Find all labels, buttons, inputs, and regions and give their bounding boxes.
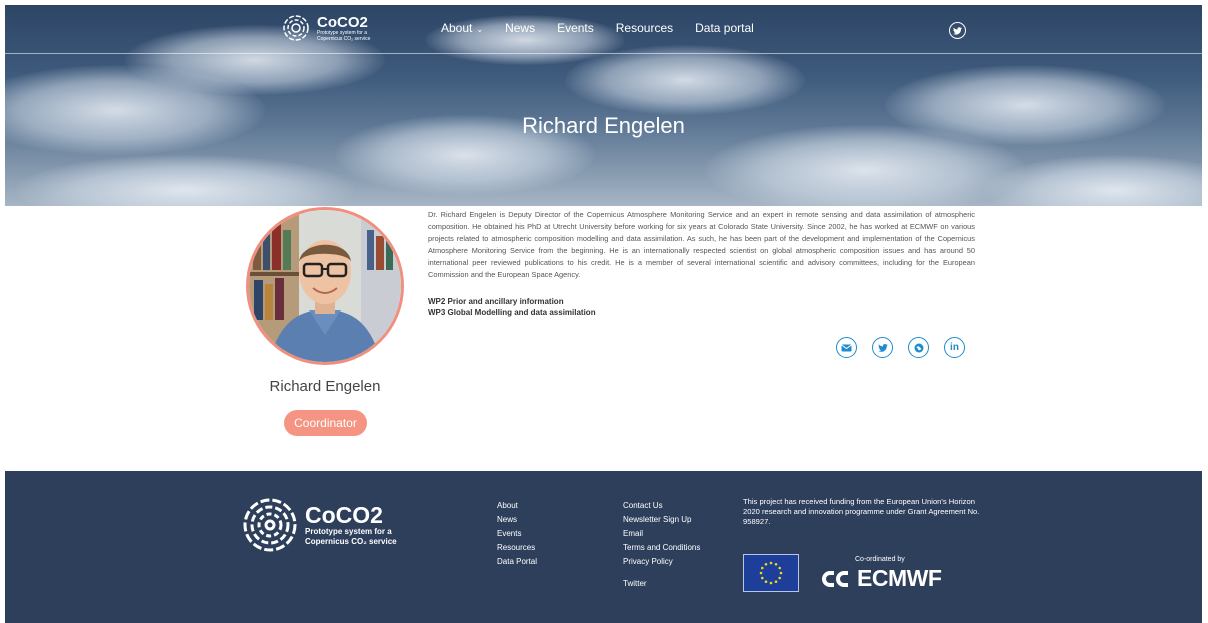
linkedin-icon[interactable]: in <box>944 337 965 358</box>
work-package-item: WP3 Global Modelling and data assimilati… <box>428 308 596 317</box>
footer-link-news[interactable]: News <box>497 513 537 527</box>
website-icon[interactable] <box>908 337 929 358</box>
coco2-logo-icon <box>243 498 297 552</box>
footer-logo-subtitle-2: Copernicus CO₂ service <box>305 537 397 546</box>
site-footer: CoCO2 Prototype system for a Copernicus … <box>5 471 1202 623</box>
footer-nav-links: About News Events Resources Data Portal <box>497 499 537 569</box>
work-packages: WP2 Prior and ancillary information WP3 … <box>428 296 596 318</box>
nav-news[interactable]: News <box>505 21 535 37</box>
profile-name: Richard Engelen <box>269 378 381 395</box>
footer-link-resources[interactable]: Resources <box>497 541 537 555</box>
page-margin-left <box>0 0 5 623</box>
twitter-icon[interactable] <box>872 337 893 358</box>
page-margin-right <box>1202 0 1208 623</box>
profile-social-links: in <box>836 337 965 358</box>
footer-logo-title: CoCO2 <box>305 502 383 528</box>
footer-link-privacy[interactable]: Privacy Policy <box>623 555 700 569</box>
top-navbar: CoCO2 Prototype system for a Copernicus … <box>5 5 1202 54</box>
nav-about[interactable]: About ⌄ <box>441 21 483 37</box>
nav-events[interactable]: Events <box>557 21 594 37</box>
page-title: Richard Engelen <box>522 113 685 138</box>
footer-link-data-portal[interactable]: Data Portal <box>497 555 537 569</box>
footer-logo-subtitle-1: Prototype system for a <box>305 527 392 536</box>
footer-link-twitter[interactable]: Twitter <box>623 577 700 591</box>
funding-notice: This project has received funding from t… <box>743 497 980 526</box>
footer-link-newsletter[interactable]: Newsletter Sign Up <box>623 513 700 527</box>
coordinated-by-label: Co-ordinated by <box>855 556 905 563</box>
nav-about-label: About <box>441 21 473 35</box>
profile-photo <box>246 207 404 365</box>
logo-title: CoCO2 <box>317 13 368 31</box>
nav-data-portal[interactable]: Data portal <box>695 21 754 37</box>
ecmwf-wordmark: ECMWF <box>857 565 942 591</box>
logo-subtitle: Prototype system for a Copernicus CO₂ se… <box>317 29 371 42</box>
footer-link-terms[interactable]: Terms and Conditions <box>623 541 700 555</box>
main-nav: About ⌄ News Events Resources Data portal <box>441 21 776 37</box>
twitter-icon[interactable] <box>949 22 966 39</box>
work-package-item: WP2 Prior and ancillary information <box>428 297 564 306</box>
eu-flag-icon <box>743 554 799 592</box>
chevron-down-icon: ⌄ <box>476 25 484 34</box>
hero-banner: CoCO2 Prototype system for a Copernicus … <box>5 5 1202 206</box>
nav-resources[interactable]: Resources <box>616 21 673 37</box>
footer-link-about[interactable]: About <box>497 499 537 513</box>
portrait-illustration <box>249 210 401 362</box>
profile-bio: Dr. Richard Engelen is Deputy Director o… <box>428 210 975 279</box>
coco2-logo-icon <box>283 15 309 41</box>
ecmwf-logo[interactable]: ECMWF <box>820 565 942 592</box>
ecmwf-logo-icon <box>822 570 848 587</box>
site-logo[interactable]: CoCO2 Prototype system for a Copernicus … <box>281 13 387 43</box>
footer-link-email[interactable]: Email <box>623 527 700 541</box>
footer-info-links: Contact Us Newsletter Sign Up Email Term… <box>623 499 700 591</box>
cloud-shape <box>15 155 355 206</box>
footer-link-events[interactable]: Events <box>497 527 537 541</box>
role-badge: Coordinator <box>284 410 367 436</box>
footer-logo[interactable]: CoCO2 Prototype system for a Copernicus … <box>241 496 397 554</box>
email-icon[interactable] <box>836 337 857 358</box>
footer-link-contact[interactable]: Contact Us <box>623 499 700 513</box>
